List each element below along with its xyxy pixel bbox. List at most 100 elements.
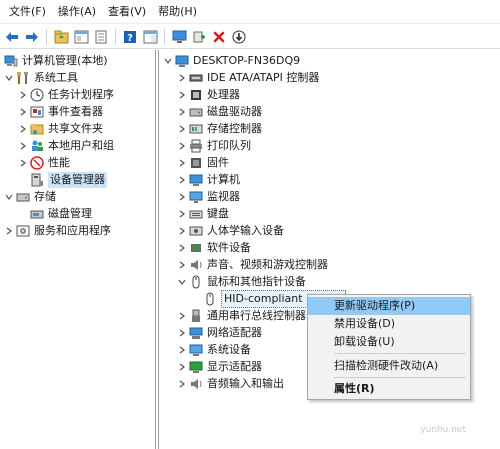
- device-category-storage-controller[interactable]: 存储控制器: [177, 121, 262, 137]
- device-category-processor[interactable]: 处理器: [177, 87, 240, 103]
- chevron-right-icon[interactable]: [18, 104, 28, 120]
- chevron-right-icon[interactable]: [18, 138, 28, 154]
- device-category-monitor[interactable]: 监视器: [177, 189, 240, 205]
- tree-item-event-viewer[interactable]: 事件查看器: [18, 104, 103, 120]
- chevron-right-icon[interactable]: [177, 223, 187, 239]
- chevron-right-icon[interactable]: [177, 172, 187, 188]
- chevron-right-icon[interactable]: [177, 308, 187, 324]
- tree-item-performance[interactable]: 性能: [18, 155, 70, 171]
- device-category-label: 存储控制器: [207, 122, 262, 135]
- monitor-icon: [189, 190, 203, 204]
- uninstall-x-icon[interactable]: [210, 28, 228, 46]
- help-icon[interactable]: ?: [121, 28, 139, 46]
- mouse-icon: [203, 292, 217, 306]
- tree-item-shared-folders[interactable]: 共享文件夹: [18, 121, 103, 137]
- chevron-right-icon[interactable]: [177, 325, 187, 341]
- device-category-usb[interactable]: 通用串行总线控制器: [177, 308, 306, 324]
- tree-item-task-scheduler[interactable]: 任务计划程序: [18, 87, 114, 103]
- update-driver-icon[interactable]: [230, 28, 248, 46]
- chevron-right-icon[interactable]: [18, 155, 28, 171]
- chevron-right-icon[interactable]: [177, 155, 187, 171]
- properties-icon[interactable]: [92, 28, 110, 46]
- device-category-computer[interactable]: 计算机: [177, 172, 240, 188]
- menu-action[interactable]: 操作(A): [52, 1, 102, 23]
- chevron-right-icon[interactable]: [177, 189, 187, 205]
- menu-disable-device[interactable]: 禁用设备(D): [308, 315, 470, 333]
- device-category-label: 音频输入和输出: [207, 377, 284, 390]
- tree-item-device-manager[interactable]: 设备管理器: [18, 172, 107, 188]
- toolbar-separator: [115, 28, 116, 45]
- device-category-keyboard[interactable]: 键盘: [177, 206, 229, 222]
- chevron-down-icon[interactable]: [4, 189, 14, 205]
- chevron-down-icon[interactable]: [4, 70, 14, 86]
- clock-icon: [30, 88, 44, 102]
- chevron-right-icon[interactable]: [177, 87, 187, 103]
- watermark: yunhu.net: [420, 425, 466, 435]
- scan-hardware-icon[interactable]: [190, 28, 208, 46]
- chevron-right-icon[interactable]: [177, 240, 187, 256]
- chevron-right-icon[interactable]: [177, 121, 187, 137]
- device-category-network[interactable]: 网络适配器: [177, 325, 262, 341]
- menu-view[interactable]: 查看(V): [102, 1, 152, 23]
- chevron-right-icon[interactable]: [177, 257, 187, 273]
- tree-label: 系统工具: [34, 71, 78, 84]
- tree-item-disk-management[interactable]: 磁盘管理: [18, 206, 92, 222]
- tree-label: 设备管理器: [48, 172, 107, 188]
- tree-item-services-applications[interactable]: 服务和应用程序: [4, 223, 111, 239]
- menu-help[interactable]: 帮助(H): [152, 1, 203, 23]
- chevron-down-icon[interactable]: [177, 274, 187, 290]
- show-hide-tree-icon[interactable]: [72, 28, 90, 46]
- device-category-mice[interactable]: 鼠标和其他指针设备: [177, 274, 306, 290]
- console-tree-pane[interactable]: 计算机管理(本地) 系统工具 任务计划程序 事件查看器 共享文件夹 本地用户和组…: [0, 50, 156, 449]
- menu-uninstall-device[interactable]: 卸载设备(U): [308, 333, 470, 351]
- chevron-right-icon[interactable]: [177, 359, 187, 375]
- chevron-right-icon[interactable]: [177, 342, 187, 358]
- chevron-down-icon[interactable]: [163, 53, 173, 69]
- chevron-right-icon[interactable]: [18, 121, 28, 137]
- menu-properties[interactable]: 属性(R): [308, 380, 470, 398]
- chevron-right-icon[interactable]: [177, 376, 187, 392]
- device-category-firmware[interactable]: 固件: [177, 155, 229, 171]
- device-category-display-adapter[interactable]: 显示适配器: [177, 359, 262, 375]
- view-icon[interactable]: [141, 28, 159, 46]
- chevron-right-icon[interactable]: [177, 138, 187, 154]
- tree-label: 事件查看器: [48, 105, 103, 118]
- tree-item-local-users-groups[interactable]: 本地用户和组: [18, 138, 114, 154]
- up-folder-icon[interactable]: [52, 28, 70, 46]
- chevron-right-icon[interactable]: [177, 104, 187, 120]
- computer-icon: [175, 54, 189, 68]
- device-category-label: 显示适配器: [207, 360, 262, 373]
- monitor-icon[interactable]: [170, 28, 188, 46]
- device-category-system[interactable]: 系统设备: [177, 342, 251, 358]
- device-tree-root[interactable]: DESKTOP-FN36DQ9: [163, 53, 300, 69]
- menu-file[interactable]: 文件(F): [3, 1, 52, 23]
- forward-arrow-icon[interactable]: [23, 28, 41, 46]
- device-category-sound[interactable]: 声音、视频和游戏控制器: [177, 257, 328, 273]
- menu-update-driver[interactable]: 更新驱动程序(P): [308, 297, 470, 315]
- chevron-right-icon[interactable]: [177, 206, 187, 222]
- users-icon: [30, 139, 44, 153]
- computer-icon: [189, 173, 203, 187]
- device-category-disk-drive[interactable]: 磁盘驱动器: [177, 104, 262, 120]
- device-category-hid[interactable]: 人体学输入设备: [177, 223, 284, 239]
- device-category-audio-io[interactable]: 音频输入和输出: [177, 376, 284, 392]
- system-device-icon: [189, 343, 203, 357]
- menu-scan-hardware[interactable]: 扫描检测硬件改动(A): [308, 357, 470, 375]
- device-category-software[interactable]: 软件设备: [177, 240, 251, 256]
- tree-root-computer-management[interactable]: 计算机管理(本地): [2, 53, 108, 69]
- tree-label: 任务计划程序: [48, 88, 114, 101]
- chevron-right-icon[interactable]: [18, 87, 28, 103]
- chevron-right-icon[interactable]: [4, 223, 14, 239]
- event-viewer-icon: [30, 105, 44, 119]
- toolbar-separator: [164, 28, 165, 45]
- computer-management-icon: [4, 54, 18, 68]
- tree-item-system-tools[interactable]: 系统工具: [4, 70, 78, 86]
- tree-item-storage[interactable]: 存储: [4, 189, 56, 205]
- device-category-ide[interactable]: IDE ATA/ATAPI 控制器: [177, 70, 319, 86]
- chevron-right-icon[interactable]: [177, 70, 187, 86]
- toolbar: ?: [0, 25, 500, 49]
- menu-bar: 文件(F) 操作(A) 查看(V) 帮助(H): [0, 0, 500, 24]
- device-category-print-queue[interactable]: 打印队列: [177, 138, 251, 154]
- back-arrow-icon[interactable]: [3, 28, 21, 46]
- speaker-icon: [189, 258, 203, 272]
